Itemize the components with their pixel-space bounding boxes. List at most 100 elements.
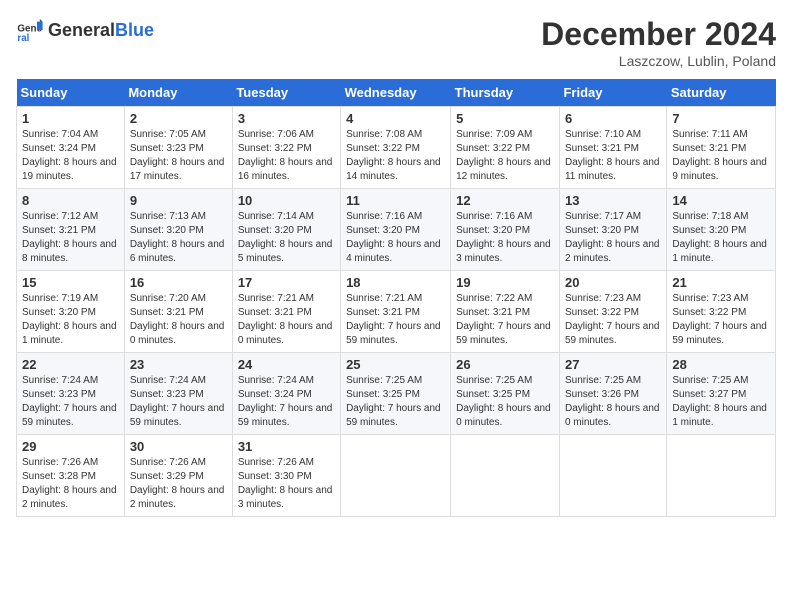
- logo: Gene ral GeneralBlue: [16, 16, 154, 44]
- calendar-cell: [451, 435, 560, 517]
- day-info: Sunrise: 7:25 AMSunset: 3:25 PMDaylight:…: [456, 374, 554, 430]
- day-number: 22: [22, 357, 119, 372]
- calendar-cell: 20 Sunrise: 7:23 AMSunset: 3:22 PMDayligh…: [559, 271, 666, 353]
- day-number: 21: [672, 275, 770, 290]
- day-number: 3: [238, 111, 335, 126]
- day-info: Sunrise: 7:14 AMSunset: 3:20 PMDaylight:…: [238, 210, 335, 266]
- logo-text: GeneralBlue: [48, 20, 154, 41]
- month-title: December 2024: [541, 16, 776, 53]
- column-header-sunday: Sunday: [17, 79, 125, 107]
- calendar-cell: 13 Sunrise: 7:17 AMSunset: 3:20 PMDayligh…: [559, 189, 666, 271]
- day-number: 18: [346, 275, 445, 290]
- location: Laszczow, Lublin, Poland: [541, 53, 776, 69]
- svg-text:ral: ral: [17, 33, 29, 44]
- day-number: 1: [22, 111, 119, 126]
- day-number: 13: [565, 193, 661, 208]
- day-number: 19: [456, 275, 554, 290]
- calendar-week-row: 1 Sunrise: 7:04 AMSunset: 3:24 PMDaylight…: [17, 107, 776, 189]
- calendar-cell: [341, 435, 451, 517]
- title-section: December 2024 Laszczow, Lublin, Poland: [541, 16, 776, 69]
- calendar-cell: 19Sunrise: 7:22 AMSunset: 3:21 PMDayligh…: [451, 271, 560, 353]
- day-info: Sunrise: 7:10 AMSunset: 3:21 PMDaylight:…: [565, 128, 661, 184]
- calendar-cell: 28 Sunrise: 7:25 AMSunset: 3:27 PMDayligh…: [667, 353, 776, 435]
- calendar-cell: 22 Sunrise: 7:24 AMSunset: 3:23 PMDayligh…: [17, 353, 125, 435]
- calendar-week-row: 15 Sunrise: 7:19 AMSunset: 3:20 PMDayligh…: [17, 271, 776, 353]
- day-number: 11: [346, 193, 445, 208]
- day-info: Sunrise: 7:24 AMSunset: 3:23 PMDaylight:…: [130, 374, 227, 430]
- column-header-wednesday: Wednesday: [341, 79, 451, 107]
- day-number: 2: [130, 111, 227, 126]
- calendar-cell: 5 Sunrise: 7:09 AMSunset: 3:22 PMDaylight…: [451, 107, 560, 189]
- calendar-cell: 21 Sunrise: 7:23 AMSunset: 3:22 PMDayligh…: [667, 271, 776, 353]
- day-number: 26: [456, 357, 554, 372]
- calendar-cell: 24 Sunrise: 7:24 AMSunset: 3:24 PMDayligh…: [232, 353, 340, 435]
- calendar-cell: 16 Sunrise: 7:20 AMSunset: 3:21 PMDayligh…: [124, 271, 232, 353]
- day-number: 16: [130, 275, 227, 290]
- day-number: 10: [238, 193, 335, 208]
- day-info: Sunrise: 7:24 AMSunset: 3:23 PMDaylight:…: [22, 374, 119, 430]
- calendar-cell: 15 Sunrise: 7:19 AMSunset: 3:20 PMDayligh…: [17, 271, 125, 353]
- calendar-cell: 6Sunrise: 7:10 AMSunset: 3:21 PMDaylight…: [559, 107, 666, 189]
- day-info: Sunrise: 7:24 AMSunset: 3:24 PMDaylight:…: [238, 374, 335, 430]
- day-number: 9: [130, 193, 227, 208]
- column-header-saturday: Saturday: [667, 79, 776, 107]
- day-info: Sunrise: 7:23 AMSunset: 3:22 PMDaylight:…: [672, 292, 770, 348]
- day-number: 31: [238, 439, 335, 454]
- day-info: Sunrise: 7:20 AMSunset: 3:21 PMDaylight:…: [130, 292, 227, 348]
- calendar-cell: 18Sunrise: 7:21 AMSunset: 3:21 PMDayligh…: [341, 271, 451, 353]
- calendar-week-row: 22 Sunrise: 7:24 AMSunset: 3:23 PMDayligh…: [17, 353, 776, 435]
- day-info: Sunrise: 7:25 AMSunset: 3:26 PMDaylight:…: [565, 374, 661, 430]
- day-info: Sunrise: 7:18 AMSunset: 3:20 PMDaylight:…: [672, 210, 770, 266]
- day-info: Sunrise: 7:16 AMSunset: 3:20 PMDaylight:…: [346, 210, 445, 266]
- calendar-cell: 23 Sunrise: 7:24 AMSunset: 3:23 PMDayligh…: [124, 353, 232, 435]
- day-number: 23: [130, 357, 227, 372]
- column-header-monday: Monday: [124, 79, 232, 107]
- calendar-cell: 10 Sunrise: 7:14 AMSunset: 3:20 PMDayligh…: [232, 189, 340, 271]
- calendar-cell: 17Sunrise: 7:21 AMSunset: 3:21 PMDayligh…: [232, 271, 340, 353]
- day-info: Sunrise: 7:25 AMSunset: 3:27 PMDaylight:…: [672, 374, 770, 430]
- calendar-cell: [559, 435, 666, 517]
- day-info: Sunrise: 7:17 AMSunset: 3:20 PMDaylight:…: [565, 210, 661, 266]
- day-number: 4: [346, 111, 445, 126]
- day-number: 28: [672, 357, 770, 372]
- calendar-cell: 9Sunrise: 7:13 AMSunset: 3:20 PMDaylight…: [124, 189, 232, 271]
- calendar-header-row: SundayMondayTuesdayWednesdayThursdayFrid…: [17, 79, 776, 107]
- day-info: Sunrise: 7:23 AMSunset: 3:22 PMDaylight:…: [565, 292, 661, 348]
- calendar-cell: 1 Sunrise: 7:04 AMSunset: 3:24 PMDaylight…: [17, 107, 125, 189]
- page-header: Gene ral GeneralBlue December 2024 Laszc…: [16, 16, 776, 69]
- calendar-cell: 26 Sunrise: 7:25 AMSunset: 3:25 PMDayligh…: [451, 353, 560, 435]
- day-number: 12: [456, 193, 554, 208]
- calendar-week-row: 29Sunrise: 7:26 AMSunset: 3:28 PMDayligh…: [17, 435, 776, 517]
- day-number: 24: [238, 357, 335, 372]
- day-info: Sunrise: 7:21 AMSunset: 3:21 PMDaylight:…: [238, 292, 335, 348]
- calendar-table: SundayMondayTuesdayWednesdayThursdayFrid…: [16, 79, 776, 517]
- day-number: 25: [346, 357, 445, 372]
- day-info: Sunrise: 7:25 AMSunset: 3:25 PMDaylight:…: [346, 374, 445, 430]
- day-info: Sunrise: 7:19 AMSunset: 3:20 PMDaylight:…: [22, 292, 119, 348]
- day-number: 15: [22, 275, 119, 290]
- day-info: Sunrise: 7:04 AMSunset: 3:24 PMDaylight:…: [22, 128, 119, 184]
- day-number: 27: [565, 357, 661, 372]
- day-info: Sunrise: 7:06 AMSunset: 3:22 PMDaylight:…: [238, 128, 335, 184]
- calendar-cell: 4 Sunrise: 7:08 AMSunset: 3:22 PMDaylight…: [341, 107, 451, 189]
- day-number: 5: [456, 111, 554, 126]
- day-number: 30: [130, 439, 227, 454]
- day-info: Sunrise: 7:26 AMSunset: 3:29 PMDaylight:…: [130, 456, 227, 512]
- day-number: 20: [565, 275, 661, 290]
- calendar-cell: 27 Sunrise: 7:25 AMSunset: 3:26 PMDayligh…: [559, 353, 666, 435]
- day-number: 29: [22, 439, 119, 454]
- day-info: Sunrise: 7:09 AMSunset: 3:22 PMDaylight:…: [456, 128, 554, 184]
- calendar-cell: 3 Sunrise: 7:06 AMSunset: 3:22 PMDaylight…: [232, 107, 340, 189]
- calendar-week-row: 8Sunrise: 7:12 AMSunset: 3:21 PMDaylight…: [17, 189, 776, 271]
- day-info: Sunrise: 7:26 AMSunset: 3:30 PMDaylight:…: [238, 456, 335, 512]
- day-info: Sunrise: 7:08 AMSunset: 3:22 PMDaylight:…: [346, 128, 445, 184]
- calendar-cell: 11 Sunrise: 7:16 AMSunset: 3:20 PMDayligh…: [341, 189, 451, 271]
- calendar-cell: 7 Sunrise: 7:11 AMSunset: 3:21 PMDaylight…: [667, 107, 776, 189]
- calendar-cell: 29Sunrise: 7:26 AMSunset: 3:28 PMDayligh…: [17, 435, 125, 517]
- calendar-cell: 30 Sunrise: 7:26 AMSunset: 3:29 PMDayligh…: [124, 435, 232, 517]
- calendar-cell: 12Sunrise: 7:16 AMSunset: 3:20 PMDayligh…: [451, 189, 560, 271]
- day-info: Sunrise: 7:12 AMSunset: 3:21 PMDaylight:…: [22, 210, 119, 266]
- day-info: Sunrise: 7:11 AMSunset: 3:21 PMDaylight:…: [672, 128, 770, 184]
- logo-icon: Gene ral: [16, 16, 44, 44]
- day-number: 7: [672, 111, 770, 126]
